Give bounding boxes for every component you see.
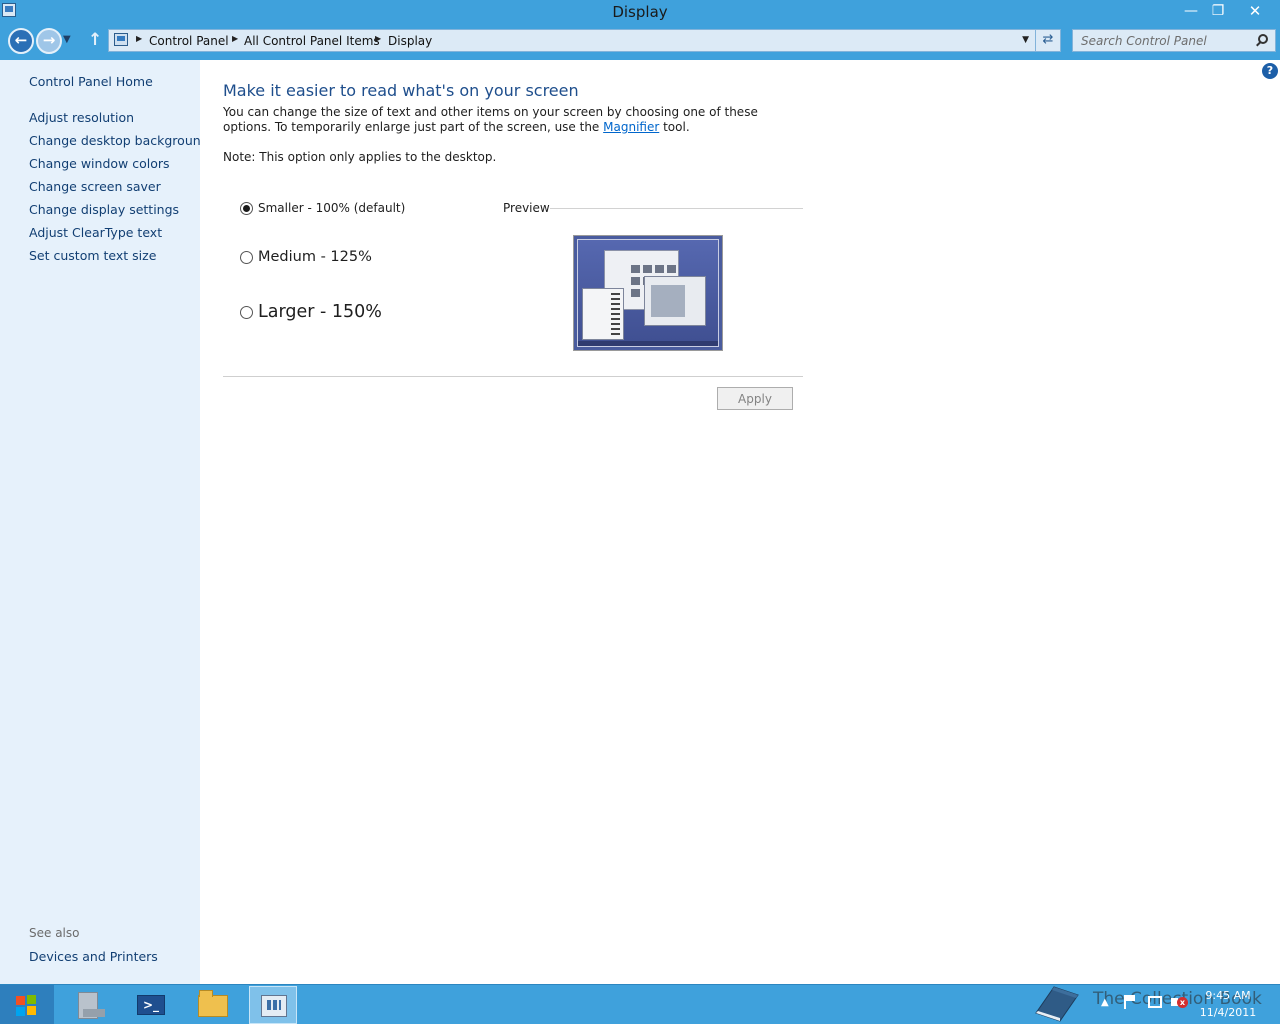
main-content: ? Make it easier to read what's on your …: [200, 60, 1280, 984]
refresh-icon[interactable]: ⇄: [1036, 29, 1061, 52]
server-manager-icon: [78, 992, 105, 1019]
control-panel-taskbar-button[interactable]: [249, 986, 297, 1024]
sidebar-item-set-custom-text-size[interactable]: Set custom text size: [29, 248, 156, 263]
option-smaller[interactable]: Smaller - 100% (default): [240, 201, 405, 215]
powershell-taskbar-button[interactable]: >_: [126, 986, 174, 1024]
address-bar[interactable]: ▶ Control Panel ▶ All Control Panel Item…: [108, 29, 1036, 52]
sidebar-control-panel-home[interactable]: Control Panel Home: [29, 74, 153, 89]
back-arrow-icon[interactable]: ←: [8, 28, 34, 54]
taskbar: >_ The Collection Book ▲ x 9:45 AM 11/4/…: [0, 984, 1280, 1024]
apply-button[interactable]: Apply: [717, 387, 793, 410]
close-button[interactable]: ✕: [1240, 0, 1270, 22]
preview-divider: [550, 208, 803, 209]
forward-arrow-icon[interactable]: →: [36, 28, 62, 54]
sidebar-item-adjust-cleartype[interactable]: Adjust ClearType text: [29, 225, 162, 240]
sidebar-item-adjust-resolution[interactable]: Adjust resolution: [29, 110, 134, 125]
preview-window-list: [582, 288, 624, 340]
breadcrumb-display[interactable]: Display: [388, 34, 432, 48]
content-divider: [223, 376, 803, 377]
address-dropdown-icon[interactable]: ▼: [1022, 35, 1029, 45]
minimize-button[interactable]: —: [1178, 0, 1204, 22]
volume-muted-icon[interactable]: x: [1171, 996, 1188, 1008]
powershell-icon: >_: [137, 995, 165, 1015]
radio-medium[interactable]: [240, 250, 253, 264]
page-title: Make it easier to read what's on your sc…: [223, 81, 579, 100]
action-center-flag-icon[interactable]: [1124, 995, 1136, 1009]
description-after: tool.: [659, 120, 690, 134]
option-medium[interactable]: Medium - 125%: [240, 249, 372, 265]
sidebar-item-change-display-settings[interactable]: Change display settings: [29, 202, 179, 217]
sidebar-item-devices-and-printers[interactable]: Devices and Printers: [29, 949, 158, 964]
search-icon[interactable]: [1258, 34, 1268, 44]
preview-window-main: [644, 276, 706, 326]
book-icon: [1035, 986, 1079, 1022]
breadcrumb-separator-icon[interactable]: ▶: [136, 34, 142, 43]
control-panel-location-icon: [114, 33, 128, 46]
desktop-note: Note: This option only applies to the de…: [223, 150, 497, 164]
magnifier-link[interactable]: Magnifier: [603, 120, 659, 134]
sidebar-item-change-desktop-background[interactable]: Change desktop background: [29, 133, 209, 148]
file-explorer-taskbar-button[interactable]: [188, 986, 236, 1024]
breadcrumb-separator-icon[interactable]: ▶: [232, 34, 238, 43]
recent-locations-chevron-icon[interactable]: ▼: [63, 34, 71, 45]
show-hidden-icons-icon[interactable]: ▲: [1101, 997, 1109, 1008]
option-medium-label[interactable]: Medium - 125%: [258, 249, 372, 265]
search-box[interactable]: [1072, 29, 1276, 52]
file-explorer-icon: [198, 990, 228, 1017]
network-icon[interactable]: [1148, 996, 1162, 1008]
windows-logo-icon[interactable]: [0, 985, 54, 1024]
navigation-bar: ← → ▼ ↑ ▶ Control Panel ▶ All Control Pa…: [0, 24, 1280, 60]
sidebar-item-change-window-colors[interactable]: Change window colors: [29, 156, 170, 171]
option-smaller-label[interactable]: Smaller - 100% (default): [258, 201, 405, 215]
up-arrow-icon[interactable]: ↑: [88, 30, 102, 50]
preview-desktop: [577, 239, 719, 347]
restore-button[interactable]: ❐: [1205, 0, 1231, 22]
clock-date[interactable]: 11/4/2011: [1196, 1006, 1260, 1019]
server-manager-taskbar-button[interactable]: [64, 986, 112, 1024]
clock-time[interactable]: 9:45 AM: [1196, 989, 1260, 1002]
breadcrumb-separator-icon[interactable]: ▶: [375, 34, 381, 43]
search-input[interactable]: [1073, 30, 1253, 51]
option-larger-label[interactable]: Larger - 150%: [258, 302, 382, 322]
see-also-heading: See also: [29, 926, 80, 940]
title-bar: Display — ❐ ✕: [0, 0, 1280, 24]
sidebar: Control Panel Home Adjust resolution Cha…: [0, 60, 209, 984]
control-panel-taskbar-icon: [261, 995, 287, 1017]
breadcrumb-all-items[interactable]: All Control Panel Items: [244, 34, 380, 48]
window-title: Display: [612, 3, 668, 21]
description-text: You can change the size of text and othe…: [223, 105, 783, 135]
sidebar-item-change-screen-saver[interactable]: Change screen saver: [29, 179, 161, 194]
preview-taskbar: [578, 341, 718, 346]
option-larger[interactable]: Larger - 150%: [240, 302, 382, 322]
preview-image: [573, 235, 723, 351]
breadcrumb-control-panel[interactable]: Control Panel: [149, 34, 229, 48]
radio-larger[interactable]: [240, 305, 253, 319]
help-icon[interactable]: ?: [1262, 63, 1278, 79]
preview-label: Preview: [503, 201, 550, 215]
radio-smaller[interactable]: [240, 201, 253, 215]
